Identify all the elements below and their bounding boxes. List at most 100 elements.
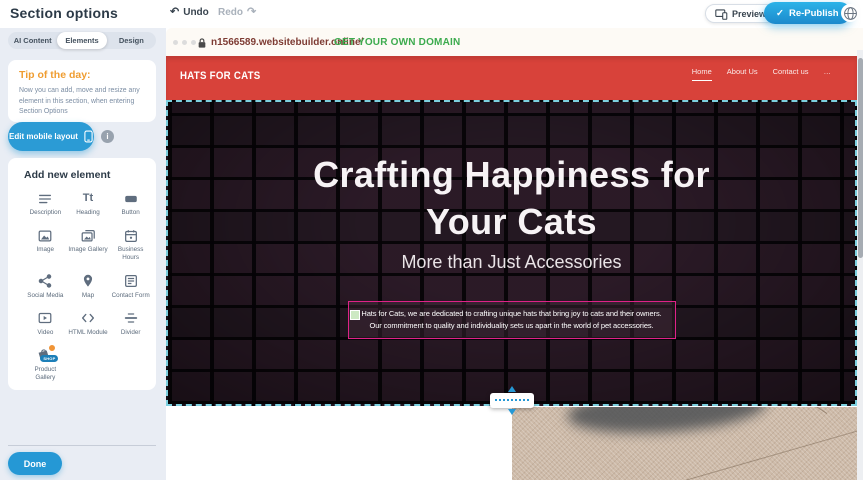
preview-area: n1566589.websitebuilder.online/ GET YOUR… — [166, 28, 863, 480]
drag-dots-icon — [495, 399, 529, 401]
next-section[interactable] — [166, 406, 857, 480]
tab-elements[interactable]: Elements — [57, 32, 106, 49]
product-gallery-icon: SHOP — [35, 347, 55, 364]
section-resize-handle[interactable] — [490, 393, 534, 408]
contact-form-icon — [123, 273, 139, 290]
image-gallery-icon — [80, 227, 96, 244]
phone-icon — [84, 130, 93, 143]
tip-body: Now you can add, move and resize any ele… — [19, 86, 145, 118]
image-icon — [37, 227, 53, 244]
editor-topbar: Section options ↶ Undo Redo ↷ Preview ✓ … — [0, 0, 863, 28]
hero-heading[interactable]: Crafting Happiness for Your Cats — [292, 152, 732, 246]
tab-ai-content[interactable]: AI Content — [8, 32, 57, 49]
preview-scrollbar — [857, 50, 863, 480]
arrow-down-icon — [508, 409, 516, 415]
element-item-label: Button — [122, 209, 140, 217]
element-item-divider[interactable]: Divider — [109, 310, 152, 337]
button-icon — [123, 190, 139, 207]
element-item-contact-form[interactable]: Contact Form — [109, 273, 152, 300]
redo-icon: ↷ — [247, 7, 256, 18]
element-item-label: Social Media — [27, 292, 63, 300]
element-drag-handle[interactable] — [350, 310, 360, 320]
text-lines-icon — [37, 190, 53, 207]
element-item-product-gallery[interactable]: SHOP Product Gallery — [24, 347, 67, 382]
element-item-image[interactable]: Image — [24, 227, 67, 262]
scrollbar-thumb[interactable] — [858, 58, 863, 258]
edit-mobile-layout-button[interactable]: Edit mobile layout — [8, 122, 94, 151]
element-item-map[interactable]: Map — [67, 273, 110, 300]
window-dot — [191, 40, 196, 45]
tip-title: Tip of the day: — [19, 69, 145, 81]
section-options-sidebar: AI Content Elements Design Tip of the da… — [0, 28, 166, 480]
element-item-html-module[interactable]: HTML Module — [67, 310, 110, 337]
shop-badge: SHOP — [40, 355, 58, 362]
redo-button[interactable]: Redo ↷ — [218, 7, 256, 18]
get-domain-link[interactable]: GET YOUR OWN DOMAIN — [334, 37, 460, 48]
element-item-label: Divider — [121, 329, 141, 337]
element-item-label: Map — [82, 292, 94, 300]
tab-label: Design — [119, 36, 144, 45]
browser-bar: n1566589.websitebuilder.online/ GET YOUR… — [166, 28, 863, 56]
hero-section-selected[interactable]: Crafting Happiness for Your Cats More th… — [166, 100, 857, 406]
nav-more-menu[interactable]: … — [824, 67, 832, 80]
site-logo: HATS FOR CATS — [180, 70, 261, 82]
hero-text-element[interactable]: Hats for Cats, we are dedicated to craft… — [348, 301, 676, 339]
info-button[interactable]: i — [101, 130, 114, 143]
hero-body-text: Hats for Cats, we are dedicated to craft… — [361, 309, 661, 330]
element-item-social-media[interactable]: Social Media — [24, 273, 67, 300]
tab-design[interactable]: Design — [107, 32, 156, 49]
language-globe-button[interactable] — [841, 4, 859, 22]
page-title: Section options — [10, 5, 118, 21]
cat-shadow — [566, 407, 769, 439]
element-item-label: HTML Module — [68, 329, 107, 337]
pavement-image — [512, 407, 857, 480]
element-item-image-gallery[interactable]: Image Gallery — [67, 227, 110, 262]
undo-button[interactable]: ↶ Undo — [170, 7, 209, 18]
preview-label: Preview — [732, 9, 766, 19]
lock-icon — [197, 36, 207, 54]
site-header[interactable]: HATS FOR CATS Home About Us Contact us … — [166, 56, 857, 100]
app-window: Section options ↶ Undo Redo ↷ Preview ✓ … — [0, 0, 863, 480]
element-item-label: Contact Form — [112, 292, 150, 300]
element-item-label: Business Hours — [110, 246, 152, 262]
window-dots — [173, 40, 196, 45]
code-icon — [80, 310, 96, 327]
business-hours-icon — [123, 227, 139, 244]
sidebar-divider — [8, 445, 156, 446]
window-dot — [173, 40, 178, 45]
nav-contact-us[interactable]: Contact us — [773, 67, 809, 80]
element-item-label: Description — [30, 209, 62, 217]
tip-of-the-day-card: Tip of the day: Now you can add, move an… — [8, 60, 156, 122]
heading-icon: Tt — [83, 190, 93, 207]
site-canvas: HATS FOR CATS Home About Us Contact us …… — [166, 56, 857, 480]
element-item-label: Image Gallery — [68, 246, 107, 254]
nav-about-us[interactable]: About Us — [727, 67, 758, 80]
edit-mobile-label: Edit mobile layout — [9, 132, 78, 141]
share-icon — [37, 273, 53, 290]
site-nav: Home About Us Contact us … — [692, 67, 831, 81]
undo-icon: ↶ — [170, 7, 179, 18]
element-item-button[interactable]: Button — [109, 190, 152, 217]
hero-subheading[interactable]: More than Just Accessories — [168, 252, 855, 273]
info-icon: i — [106, 132, 108, 141]
devices-icon — [715, 5, 728, 22]
tab-label: Elements — [65, 36, 98, 45]
element-item-video[interactable]: Video — [24, 310, 67, 337]
arrow-up-icon — [508, 386, 516, 392]
element-item-description[interactable]: Description — [24, 190, 67, 217]
element-item-heading[interactable]: Tt Heading — [67, 190, 110, 217]
element-item-business-hours[interactable]: Business Hours — [109, 227, 152, 262]
element-item-label: Heading — [76, 209, 99, 217]
sidebar-tabs: AI Content Elements Design — [8, 32, 156, 49]
nav-home[interactable]: Home — [692, 67, 712, 81]
check-icon: ✓ — [776, 8, 784, 19]
element-item-label: Video — [37, 329, 53, 337]
video-icon — [37, 310, 53, 327]
window-dot — [182, 40, 187, 45]
add-element-panel: Add new element Description Tt Heading — [8, 158, 156, 390]
republish-button[interactable]: ✓ Re-Publish — [764, 2, 851, 24]
republish-label: Re-Publish — [789, 8, 839, 19]
redo-label: Redo — [218, 7, 243, 18]
done-button[interactable]: Done — [8, 452, 62, 475]
globe-icon — [843, 6, 858, 21]
